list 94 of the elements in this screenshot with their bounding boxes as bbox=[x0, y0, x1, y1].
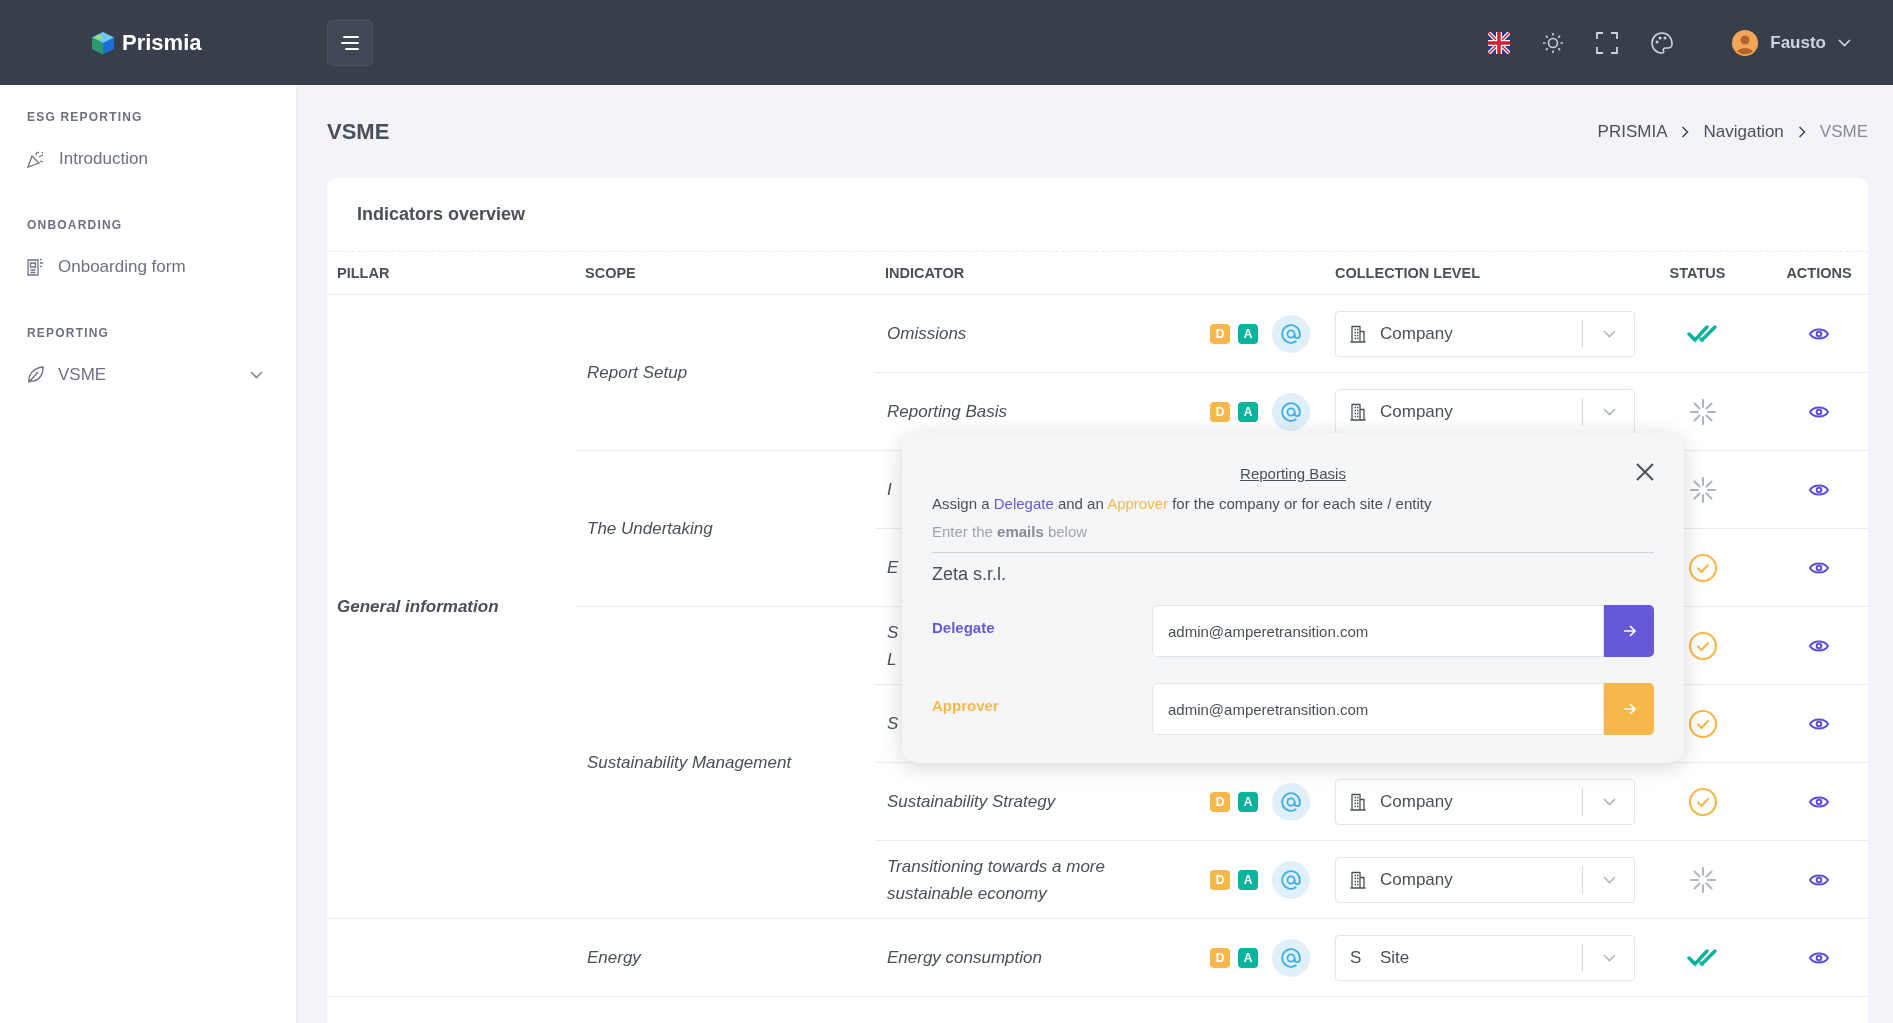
role-badge: D bbox=[1210, 401, 1230, 422]
avatar-icon[interactable] bbox=[1732, 29, 1759, 56]
eye-icon[interactable] bbox=[1809, 561, 1829, 575]
section-title: ONBOARDING bbox=[27, 217, 124, 234]
role-badge: D bbox=[1210, 947, 1230, 968]
at-icon bbox=[1281, 869, 1301, 890]
section-title: REPORTING bbox=[27, 325, 111, 342]
nav-item[interactable]: Onboarding form bbox=[27, 247, 267, 287]
breadcrumb-item: VSME bbox=[1819, 121, 1868, 142]
eye-icon[interactable] bbox=[1809, 717, 1829, 731]
menu-icon bbox=[340, 34, 360, 51]
scope-name: Energy bbox=[587, 947, 641, 967]
indicator-name: I bbox=[887, 479, 892, 501]
indicator-name: Energy consumption bbox=[887, 947, 1042, 969]
collection-select[interactable]: Company bbox=[1335, 856, 1635, 903]
caret-icon bbox=[1838, 38, 1851, 47]
role-badge: D bbox=[1210, 791, 1230, 812]
column-header: COLLECTION LEVEL bbox=[1335, 265, 1480, 281]
pillar-name: General information bbox=[337, 596, 499, 616]
indicator-name: Reporting Basis bbox=[887, 401, 1007, 423]
sun-icon[interactable] bbox=[1542, 31, 1565, 54]
nav-item[interactable]: VSME bbox=[27, 355, 267, 395]
close-button[interactable] bbox=[1636, 463, 1654, 481]
chevron-down-icon bbox=[1603, 407, 1616, 416]
breadcrumb-item[interactable]: Navigation bbox=[1703, 121, 1784, 142]
party-popper-icon bbox=[27, 150, 45, 168]
column-header: SCOPE bbox=[585, 265, 636, 281]
scope-name: Report Setup bbox=[587, 362, 688, 382]
fullscreen-icon[interactable] bbox=[1596, 31, 1619, 54]
at-icon bbox=[1281, 401, 1301, 422]
flag-icon[interactable] bbox=[1488, 31, 1511, 54]
column-header: PILLAR bbox=[337, 265, 390, 281]
eye-icon[interactable] bbox=[1809, 405, 1829, 419]
building-icon bbox=[1350, 870, 1366, 889]
collection-select[interactable]: Company bbox=[1335, 778, 1635, 825]
eye-icon[interactable] bbox=[1809, 483, 1829, 497]
card-title: Indicators overview bbox=[327, 178, 1868, 252]
indicator-name: S L bbox=[887, 621, 899, 671]
modal-description: Assign a Delegate and an Approver for the company or for each site / entity bbox=[932, 495, 1433, 512]
arrow-right-icon bbox=[1622, 703, 1636, 715]
role-badge: A bbox=[1238, 947, 1258, 968]
building-icon bbox=[1350, 402, 1366, 421]
modal-title: Reporting Basis bbox=[1240, 465, 1346, 482]
column-header: ACTIONS bbox=[1786, 265, 1852, 281]
indicator-name: Transitioning towards a more sustainable economy bbox=[887, 855, 1106, 905]
role-badge: D bbox=[1210, 323, 1230, 344]
at-icon bbox=[1281, 791, 1301, 812]
role-badge: D bbox=[1210, 869, 1230, 890]
at-icon bbox=[1281, 947, 1301, 968]
eye-icon[interactable] bbox=[1809, 951, 1829, 965]
building-icon bbox=[1350, 324, 1366, 343]
role-badge: A bbox=[1238, 791, 1258, 812]
chevron-right-icon bbox=[1797, 125, 1806, 138]
scope-name: The Undertaking bbox=[587, 518, 713, 538]
palette-icon[interactable] bbox=[1650, 30, 1675, 55]
indicator-name: Omissions bbox=[887, 323, 967, 345]
indicator-name: Sustainability Strategy bbox=[887, 791, 1056, 813]
email-field[interactable]: admin@amperetransition.com bbox=[1152, 605, 1604, 657]
eye-icon[interactable] bbox=[1809, 639, 1829, 653]
eye-icon[interactable] bbox=[1809, 795, 1829, 809]
chevron-down-icon bbox=[1603, 953, 1616, 962]
brand-name: Prismia bbox=[122, 29, 202, 56]
role-badge: A bbox=[1238, 401, 1258, 422]
collection-select[interactable]: Company bbox=[1335, 310, 1635, 357]
scope-name: Sustainability Management bbox=[587, 752, 792, 772]
entity-name: Zeta s.r.l. bbox=[932, 564, 1008, 585]
collection-select[interactable]: S Site bbox=[1335, 934, 1635, 981]
section-title: ESG REPORTING bbox=[27, 109, 144, 126]
role-badge: A bbox=[1238, 323, 1258, 344]
chevron-right-icon bbox=[1681, 125, 1690, 138]
modal-hint: Enter the emails below bbox=[932, 523, 1654, 553]
chevron-down-icon bbox=[1603, 875, 1616, 884]
eye-icon[interactable] bbox=[1809, 873, 1829, 887]
nav-item[interactable]: Introduction bbox=[27, 139, 267, 179]
indicator-name: E bbox=[887, 557, 899, 579]
menu-button[interactable] bbox=[327, 19, 373, 66]
chevron-down-icon bbox=[1603, 329, 1616, 338]
leaf-icon bbox=[27, 366, 44, 384]
column-header: STATUS bbox=[1669, 265, 1726, 281]
column-header: INDICATOR bbox=[885, 265, 965, 281]
role-badge: A bbox=[1238, 869, 1258, 890]
breadcrumb-item[interactable]: PRISMIA bbox=[1597, 121, 1668, 142]
form-icon bbox=[27, 258, 44, 276]
chevron-down-icon bbox=[1603, 797, 1616, 806]
indicator-name: S bbox=[887, 713, 899, 735]
submit-button[interactable] bbox=[1604, 605, 1654, 657]
page-title: VSME bbox=[327, 118, 390, 145]
user-name[interactable]: Fausto bbox=[1770, 32, 1826, 53]
building-icon bbox=[1350, 792, 1366, 811]
logo-icon bbox=[90, 29, 116, 56]
email-field[interactable]: admin@amperetransition.com bbox=[1152, 683, 1604, 735]
eye-icon[interactable] bbox=[1809, 327, 1829, 341]
at-icon bbox=[1281, 323, 1301, 344]
arrow-right-icon bbox=[1622, 625, 1636, 637]
